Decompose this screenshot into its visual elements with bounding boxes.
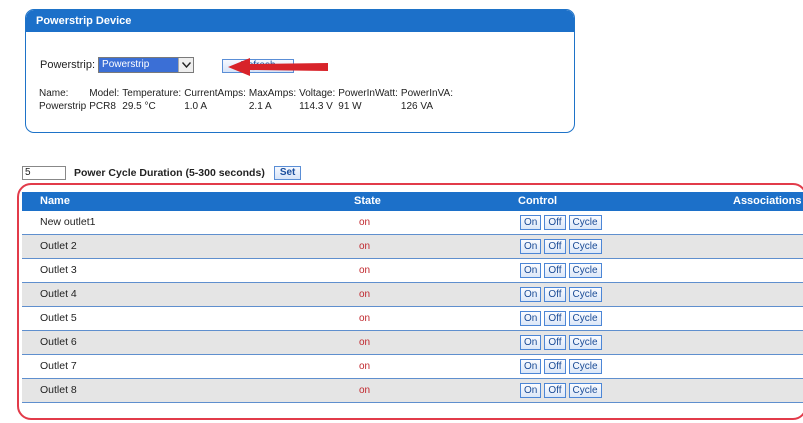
set-button[interactable]: Set xyxy=(273,166,302,180)
outlet-name: Outlet 5 xyxy=(40,312,77,324)
info-header-cell: Voltage: xyxy=(299,88,336,99)
chevron-down-icon[interactable] xyxy=(178,58,194,72)
off-button[interactable]: Off xyxy=(544,215,566,230)
off-button[interactable]: Off xyxy=(544,287,566,302)
table-row: Outlet 6 on On Off Cycle xyxy=(22,331,803,355)
cycle-button[interactable]: Cycle xyxy=(568,359,602,374)
table-row: Outlet 4 on On Off Cycle xyxy=(22,283,803,307)
powerstrip-label: Powerstrip: xyxy=(40,59,96,71)
info-header-cell: CurrentAmps: xyxy=(184,88,246,99)
cycle-button[interactable]: Cycle xyxy=(568,383,602,398)
info-value-cell: 114.3 V xyxy=(299,101,333,112)
on-button[interactable]: On xyxy=(520,311,542,326)
outlet-controls: On Off Cycle xyxy=(520,239,602,254)
off-button[interactable]: Off xyxy=(544,239,566,254)
outlet-state: on xyxy=(359,361,371,372)
cycle-button[interactable]: Cycle xyxy=(568,263,602,278)
header-name: Name xyxy=(40,195,70,207)
outlet-state: on xyxy=(359,265,371,276)
outlet-state: on xyxy=(359,241,371,252)
on-button[interactable]: On xyxy=(520,335,542,350)
info-value-cell: PCR8 xyxy=(89,101,116,112)
cycle-button[interactable]: Cycle xyxy=(568,335,602,350)
table-row: Outlet 5 on On Off Cycle xyxy=(22,307,803,331)
table-row: Outlet 7 on On Off Cycle xyxy=(22,355,803,379)
outlet-state: on xyxy=(359,313,371,324)
outlet-controls: On Off Cycle xyxy=(520,383,602,398)
info-value-cell: 29.5 °C xyxy=(122,101,156,112)
header-control: Control xyxy=(518,195,558,207)
outlets-table-body: New outlet1 on On Off Cycle Outlet 2 on On Off Cy… xyxy=(22,211,803,403)
info-value-cell: 91 W xyxy=(338,101,362,112)
header-state: State xyxy=(354,195,381,207)
info-value-cell: 2.1 A xyxy=(248,101,272,112)
outlet-controls: On Off Cycle xyxy=(520,359,602,374)
outlet-state: on xyxy=(359,385,371,396)
duration-input[interactable]: 5 xyxy=(22,166,66,180)
outlet-name: Outlet 6 xyxy=(40,336,77,348)
cycle-button[interactable]: Cycle xyxy=(568,239,602,254)
outlet-controls: On Off Cycle xyxy=(520,311,602,326)
on-button[interactable]: On xyxy=(520,239,542,254)
on-button[interactable]: On xyxy=(520,287,542,302)
red-arrow-annotation xyxy=(228,58,328,76)
outlet-name: Outlet 2 xyxy=(40,240,77,252)
on-button[interactable]: On xyxy=(520,215,542,230)
panel-title: Powerstrip Device xyxy=(26,10,574,32)
table-row: Outlet 2 on On Off Cycle xyxy=(22,235,803,259)
outlet-name: Outlet 8 xyxy=(40,384,77,396)
info-header-cell: Model: xyxy=(89,88,120,99)
header-associations: Associations xyxy=(733,195,802,207)
outlets-table-header: Name State Control Associations xyxy=(22,192,803,211)
info-header-cell: Temperature: xyxy=(122,88,182,99)
outlet-controls: On Off Cycle xyxy=(520,335,602,350)
info-header-cell: PowerInWatt: xyxy=(338,88,398,99)
cycle-button[interactable]: Cycle xyxy=(568,215,602,230)
powerstrip-selector-row: Powerstrip: Powerstrip xyxy=(40,55,195,75)
off-button[interactable]: Off xyxy=(544,263,566,278)
info-header-cell: MaxAmps: xyxy=(248,88,297,99)
on-button[interactable]: On xyxy=(520,263,542,278)
outlet-name: Outlet 4 xyxy=(40,288,77,300)
device-info-table: Name: Model: Temperature: CurrentAmps: MaxAm… xyxy=(39,88,456,114)
on-button[interactable]: On xyxy=(520,359,542,374)
outlets-table: Name State Control Associations New outl… xyxy=(22,192,803,412)
power-cycle-duration-row: 5 Power Cycle Duration (5-300 seconds) S… xyxy=(22,166,302,180)
on-button[interactable]: On xyxy=(520,383,542,398)
info-value-cell: Powerstrip xyxy=(39,101,87,112)
info-value-cell: 126 VA xyxy=(400,101,433,112)
info-header-row: Name: Model: Temperature: CurrentAmps: MaxAm… xyxy=(39,88,456,101)
powerstrip-select-value: Powerstrip xyxy=(99,58,179,72)
off-button[interactable]: Off xyxy=(544,311,566,326)
info-header-cell: Name: xyxy=(39,88,69,99)
duration-label: Power Cycle Duration (5-300 seconds) xyxy=(74,167,265,179)
table-row: New outlet1 on On Off Cycle xyxy=(22,211,803,235)
powerstrip-device-panel: Powerstrip Device Powerstrip: Powerstrip… xyxy=(25,9,575,133)
powerstrip-select[interactable]: Powerstrip xyxy=(98,57,195,73)
off-button[interactable]: Off xyxy=(544,359,566,374)
outlet-controls: On Off Cycle xyxy=(520,287,602,302)
outlet-state: on xyxy=(359,289,371,300)
table-row: Outlet 3 on On Off Cycle xyxy=(22,259,803,283)
outlet-name: New outlet1 xyxy=(40,216,96,228)
outlet-name: Outlet 7 xyxy=(40,360,77,372)
outlet-state: on xyxy=(359,217,371,228)
outlet-controls: On Off Cycle xyxy=(520,263,602,278)
cycle-button[interactable]: Cycle xyxy=(568,287,602,302)
outlet-state: on xyxy=(359,337,371,348)
info-header-cell: PowerInVA: xyxy=(400,88,453,99)
outlet-name: Outlet 3 xyxy=(40,264,77,276)
outlet-controls: On Off Cycle xyxy=(520,215,602,230)
table-row: Outlet 8 on On Off Cycle xyxy=(22,379,803,403)
off-button[interactable]: Off xyxy=(544,383,566,398)
info-value-cell: 1.0 A xyxy=(184,101,207,112)
off-button[interactable]: Off xyxy=(544,335,566,350)
cycle-button[interactable]: Cycle xyxy=(568,311,602,326)
info-value-row: Powerstrip PCR8 29.5 °C 1.0 A 2.1 A 114.3 V 91… xyxy=(39,101,456,114)
